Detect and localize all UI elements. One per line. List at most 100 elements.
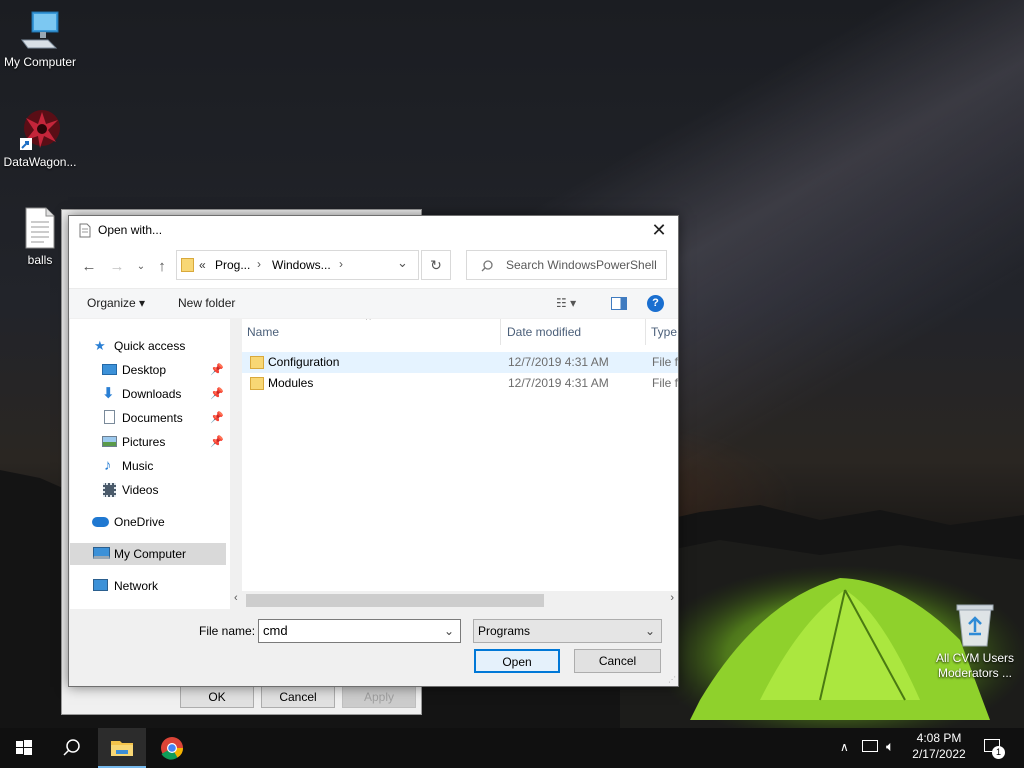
navigation-bar: ← → ⌄ ↑ « Prog... › Windows... › ⌄ ↻ Sea… (69, 246, 678, 288)
search-button[interactable] (48, 728, 96, 768)
action-center-button[interactable]: 1 (982, 738, 1005, 759)
network-icon (93, 579, 108, 591)
nav-label: OneDrive (114, 515, 165, 529)
nav-label: Pictures (122, 435, 166, 449)
network-status-icon[interactable] (862, 740, 878, 752)
pin-icon: 📌 (210, 388, 224, 400)
nav-pictures[interactable]: Pictures 📌 (70, 431, 226, 453)
chevron-down-icon[interactable]: ⌄ (444, 620, 454, 642)
nav-documents[interactable]: Documents 📌 (70, 407, 226, 429)
nav-quick-access[interactable]: ★ Quick access (70, 335, 226, 357)
address-overflow[interactable]: « (199, 258, 206, 272)
breadcrumb-segment[interactable]: Prog... (215, 258, 250, 272)
scroll-left-icon[interactable]: ‹ (234, 592, 238, 604)
back-arrow-icon[interactable]: ← (79, 258, 99, 276)
desktop-folder-icon (102, 364, 117, 375)
address-bar[interactable]: « Prog... › Windows... › ⌄ (176, 250, 419, 280)
search-placeholder: Search WindowsPowerShell (506, 258, 657, 272)
nav-label: Downloads (122, 387, 182, 401)
notification-count-badge: 1 (992, 746, 1005, 759)
column-header-name[interactable]: Name (242, 319, 501, 345)
ok-button[interactable]: OK (180, 686, 254, 708)
documents-icon (104, 410, 115, 424)
column-header-type[interactable]: Type (646, 319, 678, 345)
file-date: 12/7/2019 4:31 AM (508, 355, 609, 369)
recycle-bin-icon (956, 604, 994, 647)
nav-downloads[interactable]: ⬇ Downloads 📌 (70, 383, 226, 405)
dialog-footer: File name: cmd ⌄ Programs ⌄ Open Cancel … (69, 609, 678, 686)
address-dropdown-chevron-icon[interactable]: ⌄ (397, 255, 408, 271)
text-file-icon (25, 207, 55, 249)
nav-music[interactable]: ♪ Music (70, 455, 226, 477)
clock-date: 2/17/2022 (912, 747, 966, 761)
file-name-value: cmd (263, 623, 288, 638)
volume-icon[interactable]: 🔈︎ (886, 738, 894, 755)
navigation-pane: ★ Quick access Desktop 📌 ⬇ Downloads 📌 D… (70, 319, 230, 609)
breadcrumb-separator[interactable]: › (257, 257, 261, 271)
file-type: File fo (652, 355, 678, 369)
clock[interactable]: 4:08 PM 2/17/2022 (905, 731, 973, 761)
file-name: Configuration (268, 355, 340, 369)
nav-label: Quick access (114, 339, 186, 353)
folder-icon (250, 356, 264, 369)
desktop-icon-recycle-bin[interactable]: All CVM Users Moderators ... (932, 602, 1018, 681)
nav-label: Documents (122, 411, 183, 425)
desktop-icon-label: balls (27, 253, 53, 267)
taskbar: ∧ 🔈︎ 4:08 PM 2/17/2022 1 (0, 728, 1024, 768)
desktop-icon-label: All CVM Users Moderators ... (935, 651, 1014, 680)
dialog-titlebar[interactable]: Open with... ✕ (69, 216, 678, 246)
nav-label: Network (114, 579, 159, 593)
forward-arrow-icon[interactable]: → (107, 258, 127, 276)
cancel-button[interactable]: Cancel (574, 649, 661, 673)
up-arrow-icon[interactable]: ↑ (152, 258, 172, 276)
pin-icon: 📌 (210, 412, 224, 424)
pictures-icon (102, 436, 117, 447)
file-list: Name ^ Date modified Type Configuration … (242, 319, 678, 609)
desktop-icon-label: DataWagon... (3, 155, 77, 169)
folder-icon (181, 258, 194, 272)
file-type: File fo (652, 376, 678, 390)
view-options-icon[interactable]: ☷ ▾ (556, 296, 576, 310)
close-icon[interactable]: ✕ (648, 220, 670, 242)
file-type-value: Programs (478, 624, 531, 638)
desktop-icon-datawagon[interactable]: DataWagon... (0, 108, 80, 169)
refresh-icon[interactable]: ↻ (421, 250, 451, 280)
search-icon (63, 739, 80, 756)
file-name-input[interactable]: cmd ⌄ (258, 619, 461, 643)
horizontal-scrollbar[interactable]: ‹ › (230, 591, 678, 609)
recent-locations-chevron-icon[interactable]: ⌄ (131, 258, 151, 276)
table-row[interactable]: Configuration 12/7/2019 4:31 AM File fo (242, 352, 678, 373)
file-explorer-icon (111, 741, 133, 756)
open-button[interactable]: Open (474, 649, 560, 673)
pin-icon: 📌 (210, 436, 224, 448)
help-icon[interactable]: ? (647, 295, 664, 312)
preview-pane-icon[interactable] (611, 297, 627, 310)
nav-onedrive[interactable]: OneDrive (70, 511, 226, 533)
file-explorer-taskbar-button[interactable] (98, 728, 146, 768)
apply-button[interactable]: Apply (342, 686, 416, 708)
scrollbar-thumb[interactable] (246, 594, 544, 607)
scroll-right-icon[interactable]: › (670, 592, 674, 604)
search-input[interactable]: Search WindowsPowerShell (466, 250, 667, 280)
column-header-date-modified[interactable]: Date modified (502, 319, 646, 345)
organize-button[interactable]: Organize ▾ (87, 296, 145, 310)
file-type-select[interactable]: Programs ⌄ (473, 619, 662, 643)
desktop-icon-my-computer[interactable]: My Computer (0, 10, 80, 69)
chrome-taskbar-button[interactable] (148, 728, 196, 768)
breadcrumb-separator[interactable]: › (339, 257, 343, 271)
chevron-down-icon[interactable]: ⌄ (645, 620, 655, 642)
nav-videos[interactable]: Videos (70, 479, 226, 501)
file-date: 12/7/2019 4:31 AM (508, 376, 609, 390)
datawagon-logo-icon (20, 110, 60, 150)
nav-network[interactable]: Network (70, 575, 226, 597)
nav-desktop[interactable]: Desktop 📌 (70, 359, 226, 381)
start-button[interactable] (0, 728, 48, 768)
breadcrumb-segment[interactable]: Windows... (272, 258, 331, 272)
resize-grip-icon[interactable]: ⋰ (668, 675, 676, 684)
cancel-button[interactable]: Cancel (261, 686, 335, 708)
nav-my-computer[interactable]: My Computer (70, 543, 226, 565)
sort-ascending-icon: ^ (366, 319, 371, 326)
new-folder-button[interactable]: New folder (178, 296, 235, 310)
table-row[interactable]: Modules 12/7/2019 4:31 AM File fo (242, 373, 678, 394)
show-hidden-icons-chevron-icon[interactable]: ∧ (840, 740, 849, 754)
